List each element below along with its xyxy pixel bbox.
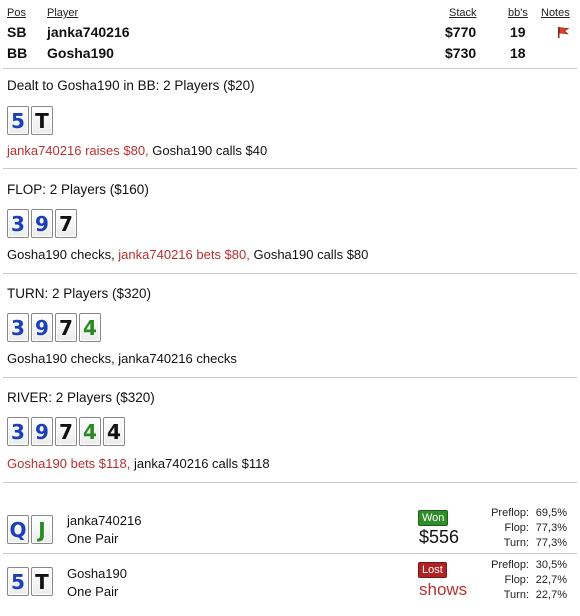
card-4: 4 bbox=[79, 313, 101, 342]
preflop-title: Dealt to Gosha190 in BB: 2 Players ($20) bbox=[7, 78, 255, 93]
card-7: 7 bbox=[55, 209, 77, 238]
action-check: Gosha190 checks, bbox=[7, 247, 119, 262]
action-bet: Gosha190 bets $118, bbox=[7, 456, 131, 471]
divider bbox=[3, 482, 577, 483]
result-hand-name: One Pair bbox=[67, 584, 119, 599]
preflop-hole-cards: 5 T bbox=[7, 106, 53, 135]
row-sb-pos: SB bbox=[7, 24, 27, 40]
shows-label: shows bbox=[419, 580, 468, 599]
column-header-stack[interactable]: Stack bbox=[449, 7, 477, 19]
river-actions: Gosha190 bets $118, janka740216 calls $1… bbox=[7, 456, 270, 471]
stat-label: Preflop: bbox=[491, 507, 529, 519]
divider bbox=[3, 168, 577, 169]
stat-label: Turn: bbox=[503, 589, 529, 601]
card-3: 3 bbox=[7, 313, 29, 342]
red-flag-icon[interactable] bbox=[557, 26, 570, 41]
stat-value: 22,7% bbox=[535, 589, 567, 601]
equity-stats: Preflop: 30,5% Flop: 22,7% Turn: 22,7% bbox=[465, 558, 567, 603]
row-sb-stack: $770 bbox=[445, 24, 477, 40]
result-player-name[interactable]: Gosha190 bbox=[67, 566, 127, 581]
divider bbox=[3, 68, 577, 69]
card-t: T bbox=[31, 567, 53, 596]
stat-label: Flop: bbox=[504, 574, 529, 586]
stat-label: Turn: bbox=[503, 537, 529, 549]
card-3: 3 bbox=[7, 209, 29, 238]
result-player-name[interactable]: janka740216 bbox=[67, 513, 141, 528]
column-header-bbs[interactable]: bb's bbox=[508, 7, 528, 19]
lost-badge: Lost bbox=[418, 562, 447, 578]
column-header-player[interactable]: Player bbox=[47, 7, 78, 19]
stat-label: Flop: bbox=[504, 522, 529, 534]
column-header-pos[interactable]: Pos bbox=[7, 7, 26, 19]
action-call: Gosha190 calls $40 bbox=[148, 143, 268, 158]
card-3: 3 bbox=[7, 417, 29, 446]
flop-board-cards: 3 9 7 bbox=[7, 209, 77, 238]
card-9: 9 bbox=[31, 417, 53, 446]
stat-value: 77,3% bbox=[535, 537, 567, 549]
row-bb-stack: $730 bbox=[445, 45, 477, 61]
card-j: J bbox=[31, 515, 53, 544]
river-board-cards: 3 9 7 4 4 bbox=[7, 417, 125, 446]
showdown-cards-janka740216: Q J bbox=[7, 515, 53, 544]
stat-value: 22,7% bbox=[535, 574, 567, 586]
stat-value: 77,3% bbox=[535, 522, 567, 534]
result-hand-name: One Pair bbox=[67, 531, 119, 546]
card-4: 4 bbox=[79, 417, 101, 446]
row-bb-pos: BB bbox=[7, 45, 28, 61]
flop-title: FLOP: 2 Players ($160) bbox=[7, 182, 149, 197]
turn-board-cards: 3 9 7 4 bbox=[7, 313, 101, 342]
turn-actions: Gosha190 checks, janka740216 checks bbox=[7, 351, 237, 366]
showdown-cards-gosha190: 5 T bbox=[7, 567, 53, 596]
card-q: Q bbox=[7, 515, 29, 544]
row-sb-bbs: 19 bbox=[510, 24, 526, 40]
divider bbox=[3, 553, 577, 554]
turn-title: TURN: 2 Players ($320) bbox=[7, 286, 152, 301]
card-5: 5 bbox=[7, 567, 29, 596]
preflop-actions: janka740216 raises $80, Gosha190 calls $… bbox=[7, 143, 267, 158]
card-9: 9 bbox=[31, 209, 53, 238]
action-bet: janka740216 bets $80, bbox=[118, 247, 250, 262]
card-7: 7 bbox=[55, 313, 77, 342]
stat-value: 69,5% bbox=[535, 507, 567, 519]
action-call: Gosha190 calls $80 bbox=[249, 247, 369, 262]
divider bbox=[3, 377, 577, 378]
column-header-notes[interactable]: Notes bbox=[541, 7, 570, 19]
row-sb-player[interactable]: janka740216 bbox=[47, 24, 130, 40]
row-bb-player[interactable]: Gosha190 bbox=[47, 45, 114, 61]
divider bbox=[3, 273, 577, 274]
card-7: 7 bbox=[55, 417, 77, 446]
card-t: T bbox=[31, 106, 53, 135]
stat-label: Preflop: bbox=[491, 559, 529, 571]
flop-actions: Gosha190 checks, janka740216 bets $80, G… bbox=[7, 247, 368, 262]
river-title: RIVER: 2 Players ($320) bbox=[7, 390, 155, 405]
won-amount: $556 bbox=[419, 527, 460, 547]
card-5: 5 bbox=[7, 106, 29, 135]
row-bb-bbs: 18 bbox=[510, 45, 526, 61]
action-raise: janka740216 raises $80, bbox=[7, 143, 149, 158]
card-4: 4 bbox=[103, 417, 125, 446]
stat-value: 30,5% bbox=[535, 559, 567, 571]
won-badge: Won bbox=[418, 510, 449, 526]
card-9: 9 bbox=[31, 313, 53, 342]
equity-stats: Preflop: 69,5% Flop: 77,3% Turn: 77,3% bbox=[465, 506, 567, 551]
action-call: janka740216 calls $118 bbox=[130, 456, 270, 471]
